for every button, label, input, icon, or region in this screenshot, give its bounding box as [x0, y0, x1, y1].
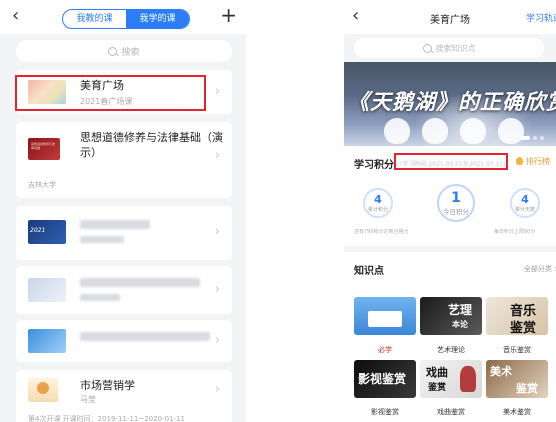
tab-teaching-courses[interactable]: 我教的课 [63, 10, 126, 28]
course-tab-switch: 我教的课 我学的课 [62, 9, 190, 29]
course-card-blurred-3[interactable]: › [16, 320, 232, 362]
back-arrow-icon[interactable]: ‹ [12, 7, 19, 25]
page-title: 美育广场 [430, 15, 470, 26]
chevron-right-icon: › [214, 333, 220, 348]
book-icon [368, 311, 402, 327]
tile-label: 音乐鉴赏 [503, 346, 531, 354]
search-icon [108, 46, 118, 56]
banner-title: 《天鹅湖》的正确欣赏方式 [348, 89, 556, 114]
medal-icon [516, 157, 523, 165]
chevron-right-icon: › [214, 148, 220, 163]
tab-learning-courses[interactable]: 我学的课 [126, 10, 189, 28]
dancer-figure [460, 118, 486, 144]
blurred-subtitle [80, 236, 124, 243]
course-thumbnail: 思想道德修养与法律基础 [28, 138, 60, 160]
thumbnail-text: 思想道德修养与法律基础 [31, 142, 56, 150]
course-card-blurred-2[interactable]: › [16, 266, 232, 314]
course-card-marketing[interactable]: 市场营销学 马莹 › 第4次开课 开课时间：2019-11-11~2020-01… [16, 370, 232, 422]
search-bar[interactable]: 搜索 [16, 40, 232, 62]
carousel-dots [521, 136, 544, 140]
highlight-box [394, 153, 508, 170]
dancer-figure [422, 118, 448, 144]
blurred-subtitle [80, 294, 120, 301]
leaderboard-link[interactable]: 排行榜 [516, 156, 550, 167]
marketing-figure-icon [37, 382, 49, 394]
tile-required[interactable] [354, 297, 416, 335]
knowledge-title: 知识点 [354, 266, 384, 277]
score-note-left: 还有796积分达到合格分 [354, 229, 409, 235]
learning-score-panel: 学习积分 (学习时间:2021.03.01至2021.07.11) 排行榜 4 … [344, 146, 556, 246]
course-thumbnail [28, 278, 66, 302]
tile-fine-art[interactable]: 美术 鉴赏 [486, 360, 548, 398]
tile-film[interactable]: 影视鉴赏 [354, 360, 416, 398]
today-score-circle: 1 今日积分 [437, 184, 475, 222]
learning-track-link[interactable]: 学习轨迹 [526, 11, 556, 24]
course-thumbnail [28, 329, 66, 353]
search-placeholder: 搜索知识点 [435, 43, 476, 53]
left-phone-screen: ‹ 我教的课 我学的课 + 搜索 美育广场 2021春广场课 › 思想道德修养与… [0, 0, 246, 422]
tile-label: 戏曲鉴赏 [437, 408, 465, 416]
search-icon [422, 43, 432, 53]
right-header: ‹ 美育广场 学习轨迹 [344, 0, 556, 34]
course-thumbnail [28, 378, 58, 402]
score-label: 学习积分 [354, 160, 394, 171]
dancer-figure [384, 118, 410, 144]
course-schedule: 第4次开课 开课时间：2019-11-11~2020-01-11 [28, 415, 185, 422]
highlight-box [15, 75, 206, 111]
thumbnail-text: 2021 [30, 227, 46, 234]
dancer-figure [498, 118, 524, 144]
all-categories-link[interactable]: 全部分类 > [524, 264, 556, 274]
total-score-circle: 4 累计积分 [363, 188, 393, 218]
knowledge-points-section: 知识点 全部分类 > 艺理 本论 音乐 鉴赏 必学 艺术理论 音乐鉴赏 影视鉴赏… [344, 252, 556, 422]
add-icon[interactable]: + [220, 4, 237, 26]
tile-label: 必学 [378, 346, 392, 354]
tile-opera[interactable]: 戏曲 鉴赏 [420, 360, 482, 398]
course-school: 吉林大学 [28, 181, 56, 189]
left-header: ‹ 我教的课 我学的课 + [0, 0, 246, 34]
chevron-right-icon: › [214, 224, 220, 239]
blurred-title [80, 278, 200, 287]
score-note-right: 每日积分上限80分 [494, 229, 536, 235]
total-days-circle: 4 累计天数 [510, 188, 540, 218]
chevron-right-icon: › [214, 282, 220, 297]
chevron-right-icon: › [214, 382, 220, 397]
tile-art-theory[interactable]: 艺理 本论 [420, 297, 482, 335]
tile-label: 影视鉴赏 [371, 408, 399, 416]
tile-label: 艺术理论 [437, 346, 465, 354]
blurred-title [80, 332, 210, 341]
tile-music[interactable]: 音乐 鉴赏 [486, 297, 548, 335]
course-card-blurred-1[interactable]: 2021 › [16, 206, 232, 260]
course-teacher: 马莹 [80, 395, 96, 404]
course-title: 思想道德修养与法律基础（演示） [80, 131, 223, 159]
tile-label: 美术鉴赏 [503, 408, 531, 416]
knowledge-search-bar[interactable]: 搜索知识点 [354, 38, 544, 58]
right-phone-screen: ‹ 美育广场 学习轨迹 搜索知识点 《天鹅湖》的正确欣赏方式 学习积分 (学习时… [344, 0, 556, 422]
blurred-title [80, 220, 150, 229]
search-placeholder: 搜索 [121, 47, 140, 58]
opera-figure [460, 366, 476, 392]
chevron-right-icon: › [214, 84, 220, 99]
course-title: 市场营销学 [80, 379, 135, 392]
course-thumbnail: 2021 [28, 220, 66, 244]
course-card-ideology[interactable]: 思想道德修养与法律基础 思想道德修养与法律基础（演示） › 吉林大学 [16, 122, 232, 198]
swan-lake-banner[interactable]: 《天鹅湖》的正确欣赏方式 [344, 62, 556, 146]
